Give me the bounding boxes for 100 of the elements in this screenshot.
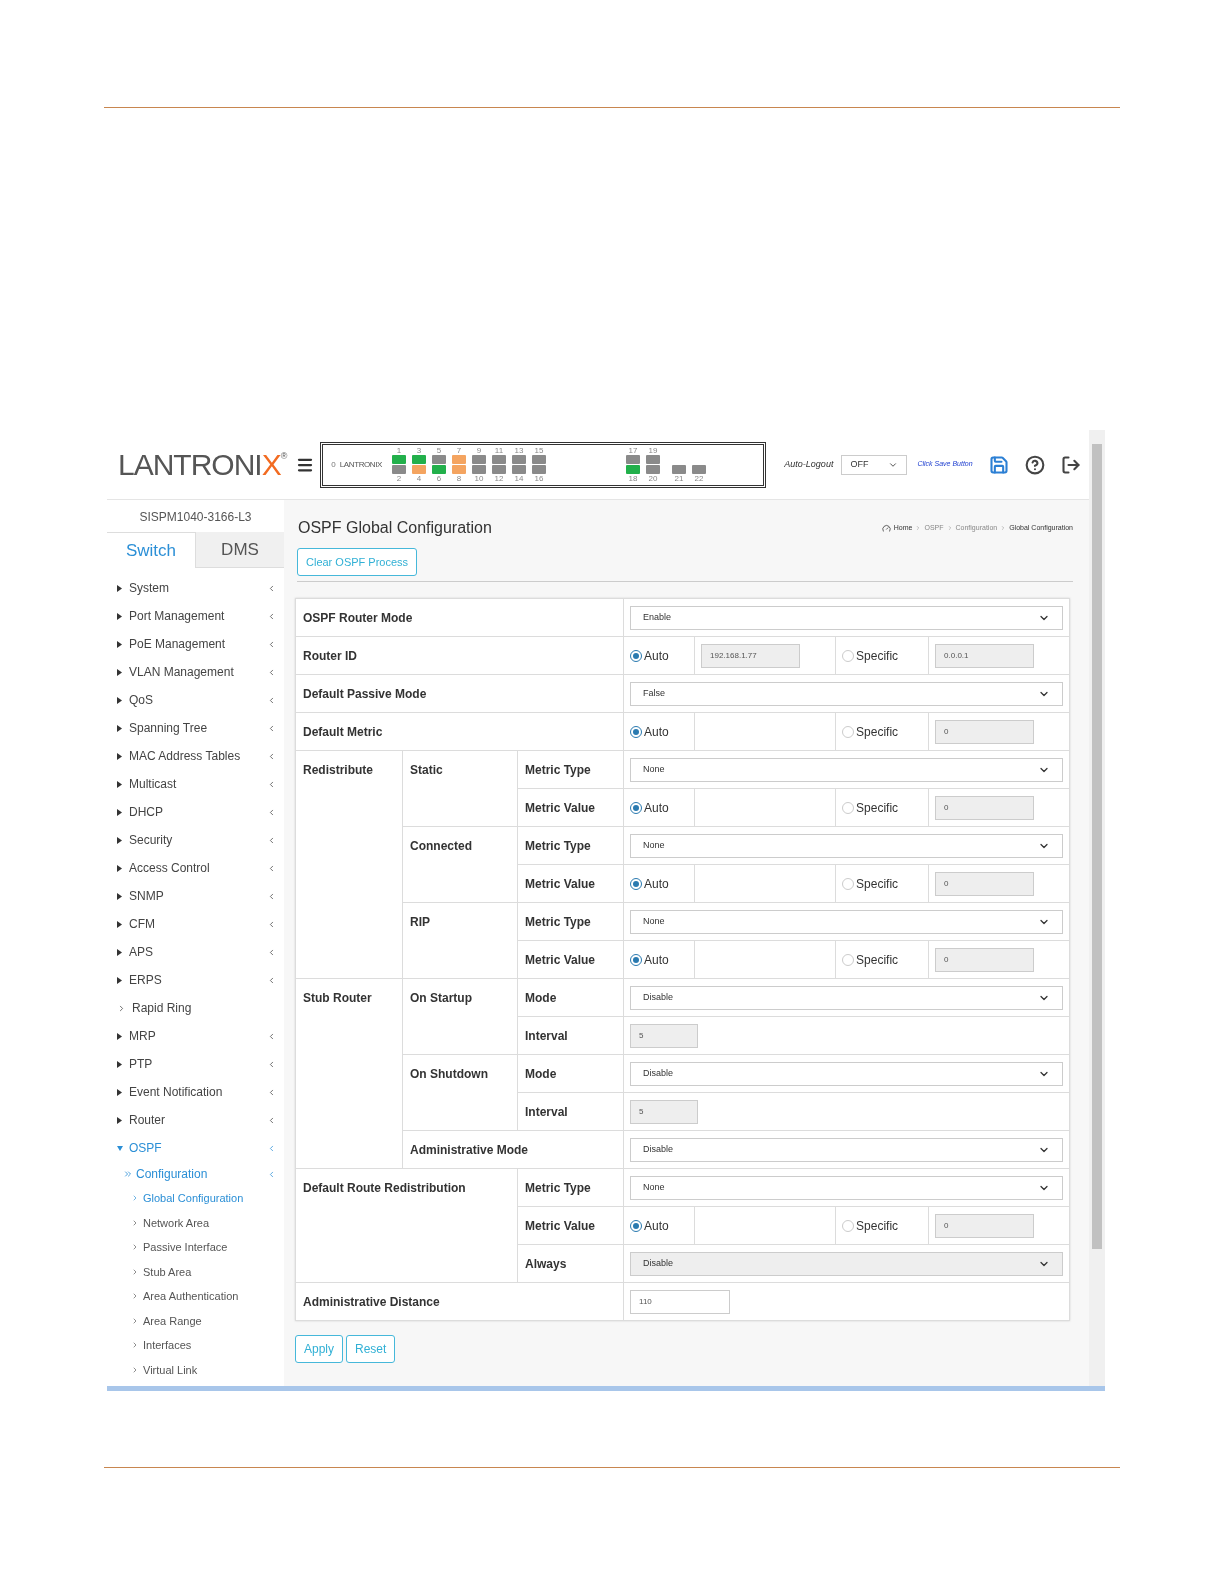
radio-button[interactable] [630,1219,643,1232]
sidebar-menu-item[interactable]: Event Notification [107,1078,284,1106]
sidebar-menu-item[interactable]: APS [107,938,284,966]
setting-label: Metric Value [525,801,596,815]
input-field[interactable]: 192.168.1.77 [701,643,801,668]
setting-label: Interval [525,1105,568,1119]
radio-button[interactable] [630,801,643,814]
radio-button[interactable] [842,1219,855,1232]
chevron-left-icon [267,639,276,649]
setting-label: Always [525,1257,567,1271]
dropdown-select[interactable]: Disable [630,1061,1064,1086]
setting-label: Metric Type [525,763,591,777]
input-field[interactable]: 110 [630,1289,731,1314]
setting-group-label: Connected [410,839,472,853]
auto-logout-select[interactable]: OFF [841,454,908,475]
dropdown-select[interactable]: None [630,757,1064,782]
dropdown-select[interactable]: None [630,909,1064,934]
dropdown-select[interactable]: Enable [630,605,1064,630]
chevron-left-icon [267,919,276,929]
sidebar-menu-item[interactable]: VLAN Management [107,658,284,686]
port-number: 17 [628,446,638,455]
sidebar-menu-item[interactable]: MAC Address Tables [107,742,284,770]
radio-button[interactable] [630,725,643,738]
sidebar-submenu-link[interactable]: Network Area [107,1210,284,1235]
setting-label: OSPF Router Mode [303,611,413,625]
breadcrumb-separator-icon [915,525,922,531]
dropdown-select[interactable]: Disable [630,985,1064,1010]
chevron-right-icon [131,1316,139,1325]
sidebar-submenu-link[interactable]: Area Range [107,1308,284,1333]
chevron-right-icon [131,1218,139,1227]
sidebar-tab[interactable]: Switch [107,532,196,568]
input-field[interactable]: 0.0.0.1 [935,643,1035,668]
dropdown-select[interactable]: Disable [630,1137,1064,1162]
chevron-left-icon [267,1169,276,1179]
sidebar-menu-item[interactable]: PTP [107,1050,284,1078]
sidebar-menu-item[interactable]: Router [107,1106,284,1134]
setting-group-label: Static [410,763,443,777]
sidebar-menu-item[interactable]: Multicast [107,770,284,798]
sidebar-submenu-link[interactable]: Stub Area [107,1259,284,1284]
chevron-left-icon [267,863,276,873]
sidebar-menu-item[interactable]: DHCP [107,798,284,826]
radio-button[interactable] [630,953,643,966]
sidebar-menu-item[interactable]: CFM [107,910,284,938]
radio-button[interactable] [842,877,855,890]
help-icon[interactable] [1024,454,1045,475]
sidebar-menu-item[interactable]: Security [107,826,284,854]
chevron-left-icon [267,1059,276,1069]
setting-label: Interval [525,1029,568,1043]
port-number: 5 [436,446,442,455]
chevron-left-icon [267,975,276,985]
save-icon[interactable] [988,454,1009,475]
dropdown-select[interactable]: None [630,1175,1064,1200]
sidebar-menu-item[interactable]: Access Control [107,854,284,882]
setting-group-label: Default Route Redistribution [303,1181,466,1195]
chevron-left-icon [267,835,276,845]
sidebar-menu-item[interactable]: PoE Management [107,630,284,658]
radio-button[interactable] [630,649,643,662]
sidebar-menu-item[interactable]: System [107,574,284,602]
radio-button[interactable] [842,953,855,966]
dropdown-select[interactable]: False [630,681,1064,706]
port-number: 22 [694,474,704,483]
sidebar-menu-item[interactable]: SNMP [107,882,284,910]
sidebar-menu-item[interactable]: Spanning Tree [107,714,284,742]
radio-button[interactable] [842,725,855,738]
port-number: 16 [534,474,544,483]
sidebar-submenu-item[interactable]: Configuration [107,1162,284,1186]
radio-button[interactable] [630,877,643,890]
sidebar-menu-item[interactable]: OSPF [107,1134,284,1162]
port-label: 0 [331,458,336,471]
sidebar-menu-item[interactable]: Rapid Ring [107,994,284,1022]
sidebar-submenu-link[interactable]: Interfaces [107,1333,284,1358]
port-number: 10 [474,474,484,483]
input-field[interactable]: 0 [935,947,1035,972]
setting-label: Administrative Mode [410,1143,529,1157]
input-field[interactable]: 0 [935,871,1035,896]
radio-button[interactable] [842,649,855,662]
sidebar-menu-item[interactable]: Port Management [107,602,284,630]
dropdown-select[interactable]: None [630,833,1064,858]
sidebar-submenu-link[interactable]: Virtual Link [107,1357,284,1382]
input-field[interactable]: 0 [935,795,1035,820]
input-field[interactable]: 0 [935,719,1035,744]
device-name: SISPM1040-3166-L3 [138,509,253,526]
port-number: 9 [476,446,482,455]
sidebar-submenu-link[interactable]: Area Authentication [107,1284,284,1309]
sidebar-menu-item[interactable]: QoS [107,686,284,714]
chevron-right-icon [131,1292,139,1301]
sidebar-menu-item[interactable]: MRP [107,1022,284,1050]
sidebar-submenu-link[interactable]: Global Configuration [107,1186,284,1211]
breadcrumb-separator-icon [1000,525,1007,531]
scrollbar[interactable] [1089,430,1105,1386]
setting-label: Router ID [303,649,357,663]
input-field[interactable]: 0 [935,1213,1035,1238]
sidebar-tab[interactable]: DMS [196,532,284,568]
chevron-right-icon [117,1003,126,1013]
chevron-left-icon [267,779,276,789]
setting-group-label: RIP [410,915,430,929]
sidebar-menu-item[interactable]: ERPS [107,966,284,994]
logout-icon[interactable] [1060,454,1081,475]
radio-button[interactable] [842,801,855,814]
sidebar-submenu-link[interactable]: Passive Interface [107,1235,284,1260]
